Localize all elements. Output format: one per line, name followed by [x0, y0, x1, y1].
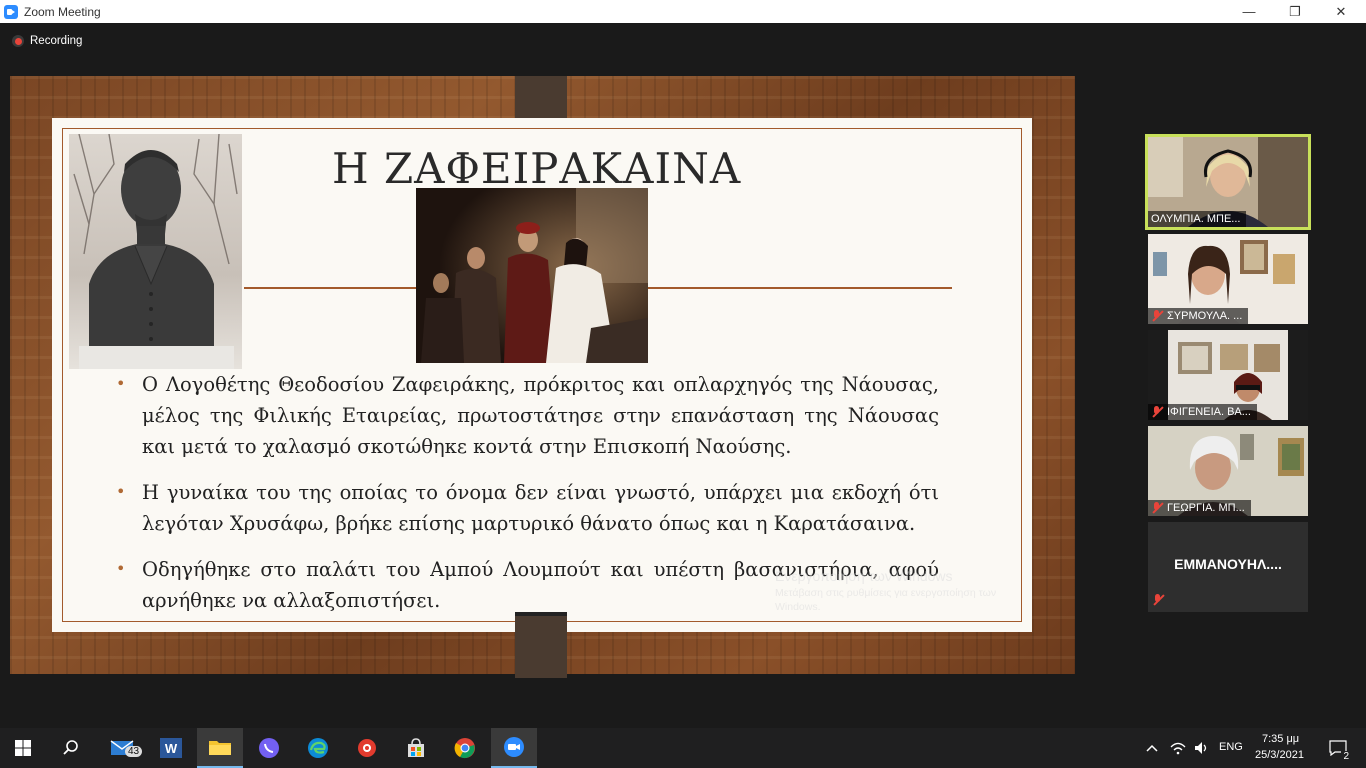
folder-icon: [209, 741, 231, 755]
taskbar-file-explorer[interactable]: [197, 728, 243, 768]
wifi-off-icon: [1170, 742, 1186, 755]
watermark-subtitle: Μετάβαση στις ρυθμίσεις για ενεργοποίηση…: [775, 587, 997, 613]
participant-tile[interactable]: ΕΜΜΑΝΟΥΗΛ....: [1148, 522, 1308, 612]
participant-tile[interactable]: ΣΥΡΜΟΥΛΑ. ...: [1148, 234, 1308, 324]
start-button[interactable]: [0, 728, 46, 768]
mic-muted-icon: [1151, 502, 1163, 514]
painting-image: [416, 188, 648, 363]
participant-tile[interactable]: ΟΛΥΜΠΙΑ. ΜΠΕ...: [1145, 134, 1311, 230]
bullet-item: • Η γυναίκα του της οποίας το όνομα δεν ε…: [116, 477, 939, 539]
window-title: Zoom Meeting: [24, 4, 101, 19]
taskbar-edge[interactable]: [295, 728, 341, 768]
zoom-icon: [504, 737, 524, 757]
participant-name: ΟΛΥΜΠΙΑ. ΜΠΕ...: [1148, 211, 1247, 227]
language-indicator[interactable]: ENG: [1219, 741, 1243, 753]
recording-label: Recording: [30, 35, 83, 47]
mic-muted-icon: [1151, 310, 1163, 322]
notifications-button[interactable]: 2: [1318, 728, 1358, 768]
slide-paper: Η ΖΑΦΕΙΡΑΚΑΙΝΑ • Ο Λογοθέτης Θεοδοσίου Ζ…: [52, 118, 1032, 632]
bullet-dot-icon: •: [116, 559, 126, 578]
mic-muted-icon: [1151, 406, 1163, 418]
bullet-text: Ο Λογοθέτης Θεοδοσίου Ζαφειράκης, πρόκρι…: [142, 373, 939, 458]
participant-tile[interactable]: ΓΕΩΡΓΙΑ. ΜΠ...: [1148, 426, 1308, 516]
store-icon: [408, 738, 424, 757]
search-icon: [63, 740, 78, 755]
participant-tile[interactable]: ΙΦΙΓΕΝΕΙΑ. ΒΑ...: [1148, 330, 1308, 420]
restore-button[interactable]: ❐: [1272, 0, 1318, 23]
network-button[interactable]: [1166, 728, 1190, 768]
slide-title: Η ΖΑΦΕΙΡΑΚΑΙΝΑ: [332, 144, 742, 193]
word-icon: W: [160, 738, 182, 758]
participant-name: ΕΜΜΑΝΟΥΗΛ....: [1174, 556, 1282, 572]
mic-muted-icon: [1152, 594, 1164, 606]
taskbar-app-red[interactable]: [344, 728, 390, 768]
activate-windows-watermark: Ενεργοποίηση των Windows Μετάβαση στις ρ…: [775, 568, 1040, 614]
show-hidden-icons[interactable]: [1140, 728, 1164, 768]
slide-clip-bottom: [515, 612, 567, 678]
taskbar-viber[interactable]: [246, 728, 292, 768]
mail-badge: 43: [125, 746, 143, 757]
recorder-icon: [358, 739, 376, 757]
taskbar-zoom[interactable]: [491, 728, 537, 768]
notification-count: 2: [1341, 751, 1351, 762]
bullet-dot-icon: •: [116, 374, 126, 393]
clock-date[interactable]: 25/3/2021: [1255, 749, 1304, 761]
speaker-icon: [1195, 742, 1207, 754]
title-bar: Zoom Meeting — ❐ ✕: [0, 0, 1366, 23]
bullet-item: • Ο Λογοθέτης Θεοδοσίου Ζαφειράκης, πρόκρ…: [116, 369, 939, 462]
bust-photo: [69, 134, 242, 369]
zoom-app-icon: [4, 4, 18, 19]
viber-icon: [259, 738, 279, 758]
participant-name-text: ΙΦΙΓΕΝΕΙΑ. ΒΑ...: [1167, 406, 1251, 418]
participant-name: ΣΥΡΜΟΥΛΑ. ...: [1148, 308, 1249, 324]
recording-indicator[interactable]: Recording: [12, 35, 82, 47]
windows-logo-icon: [15, 740, 31, 756]
participant-name-text: ΣΥΡΜΟΥΛΑ. ...: [1167, 310, 1243, 322]
search-button[interactable]: [48, 728, 94, 768]
chevron-up-icon: [1146, 744, 1158, 752]
minimize-button[interactable]: —: [1226, 0, 1272, 23]
chrome-icon: [454, 738, 475, 759]
edge-icon: [308, 738, 328, 758]
participant-name: ΓΕΩΡΓΙΑ. ΜΠ...: [1148, 500, 1251, 516]
volume-button[interactable]: [1190, 728, 1214, 768]
participant-name: ΙΦΙΓΕΝΕΙΑ. ΒΑ...: [1148, 404, 1257, 420]
bullet-dot-icon: •: [116, 482, 126, 501]
bullet-text: Η γυναίκα του της οποίας το όνομα δεν εί…: [142, 481, 939, 535]
record-icon: [12, 35, 24, 47]
windows-taskbar: 43 W ENG 7:35 μμ 25/3/2021 2: [0, 728, 1366, 768]
clock-time[interactable]: 7:35 μμ: [1262, 733, 1299, 745]
taskbar-word[interactable]: W: [148, 728, 194, 768]
watermark-title: Ενεργοποίηση των Windows: [775, 568, 953, 584]
taskbar-store[interactable]: [393, 728, 439, 768]
taskbar-chrome[interactable]: [442, 728, 488, 768]
participant-name-text: ΓΕΩΡΓΙΑ. ΜΠ...: [1167, 502, 1245, 514]
close-button[interactable]: ✕: [1318, 0, 1364, 23]
taskbar-mail[interactable]: 43: [100, 728, 146, 768]
